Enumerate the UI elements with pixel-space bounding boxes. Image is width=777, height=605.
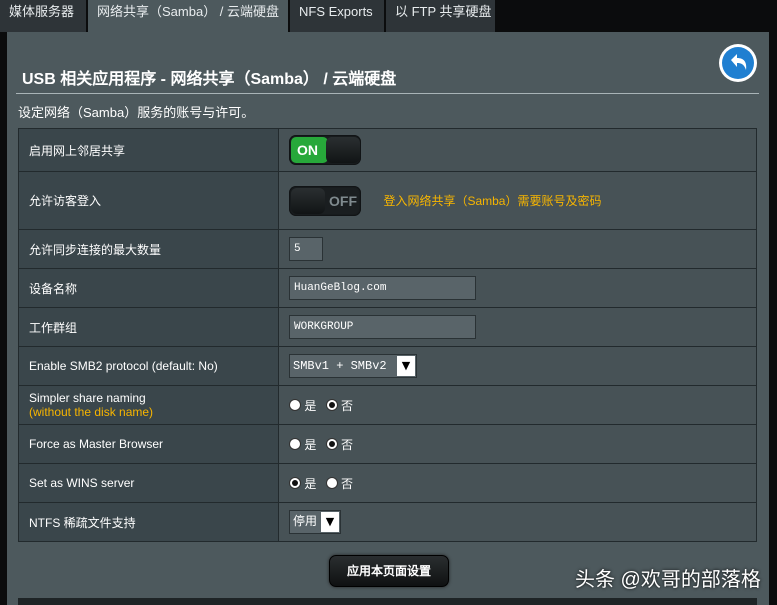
row-device-name: 设备名称 HuanGeBlog.com: [18, 268, 757, 308]
title-divider: [16, 93, 759, 94]
radio-label-no: 否: [341, 476, 354, 491]
simpler-share-yes-radio[interactable]: [289, 398, 301, 411]
radio-label-yes: 是: [304, 476, 317, 491]
max-connections-label: 允许同步连接的最大数量: [18, 229, 279, 269]
back-arrow-icon[interactable]: [718, 43, 758, 83]
settings-table: 启用网上邻居共享 ON 允许访客登入 OFF 登入网络共享（Samba）需要账号…: [18, 128, 757, 542]
wins-server-yes-radio[interactable]: [289, 476, 301, 489]
max-connections-input[interactable]: 5: [289, 237, 323, 261]
radio-label-no: 否: [341, 398, 354, 413]
ntfs-sparse-select[interactable]: 停用 ▼: [289, 510, 341, 534]
row-ntfs-sparse: NTFS 稀疏文件支持 停用 ▼: [18, 502, 757, 542]
tab-nfs-exports[interactable]: NFS Exports: [290, 0, 385, 32]
toggle-off-text: OFF: [329, 192, 357, 209]
wins-server-label: Set as WINS server: [18, 463, 279, 503]
wins-server-no-radio[interactable]: [325, 476, 338, 489]
neighbor-share-toggle[interactable]: ON: [289, 135, 361, 165]
master-browser-yes-radio[interactable]: [289, 437, 301, 450]
tab-bar: 媒体服务器 网络共享（Samba） / 云端硬盘 NFS Exports 以 F…: [0, 0, 777, 33]
row-master-browser: Force as Master Browser 是 否: [18, 424, 757, 464]
chevron-down-icon[interactable]: ▼: [397, 356, 415, 376]
ntfs-sparse-select-value: 停用: [293, 515, 318, 529]
ntfs-sparse-label: NTFS 稀疏文件支持: [18, 502, 279, 542]
radio-label-yes: 是: [304, 398, 317, 413]
row-workgroup: 工作群组 WORKGROUP: [18, 307, 757, 347]
chevron-down-icon[interactable]: ▼: [321, 512, 339, 532]
guest-login-hint: 登入网络共享（Samba）需要账号及密码: [383, 194, 602, 208]
guest-login-toggle[interactable]: OFF: [289, 185, 361, 216]
tab-media-server[interactable]: 媒体服务器: [0, 0, 87, 32]
toggle-knob: [291, 187, 325, 214]
simpler-share-label: Simpler share naming (without the disk n…: [18, 385, 279, 425]
page-title: USB 相关应用程序 - 网络共享（Samba） / 云端硬盘: [22, 71, 397, 88]
page-description: 设定网络（Samba）服务的账号与许可。: [18, 105, 255, 120]
device-name-input[interactable]: HuanGeBlog.com: [289, 276, 476, 300]
toggle-on-text: ON: [291, 137, 328, 163]
simpler-share-sublabel: (without the disk name): [29, 405, 154, 419]
row-guest-login: 允许访客登入 OFF 登入网络共享（Samba）需要账号及密码: [18, 171, 757, 230]
guest-login-label: 允许访客登入: [18, 171, 279, 230]
master-browser-label: Force as Master Browser: [18, 424, 279, 464]
radio-label-yes: 是: [304, 437, 317, 452]
row-neighbor-share: 启用网上邻居共享 ON: [18, 128, 757, 172]
toggle-knob: [326, 137, 360, 163]
simpler-share-no-radio[interactable]: [325, 398, 338, 411]
workgroup-input[interactable]: WORKGROUP: [289, 315, 476, 339]
tab-ftp[interactable]: 以 FTP 共享硬盘: [386, 0, 496, 32]
row-simpler-share: Simpler share naming (without the disk n…: [18, 385, 757, 425]
smb2-select-value: SMBv1 + SMBv2: [293, 359, 387, 373]
bottom-bar: [18, 598, 757, 605]
row-max-connections: 允许同步连接的最大数量 5: [18, 229, 757, 269]
smb2-label: Enable SMB2 protocol (default: No): [18, 346, 279, 386]
apply-button[interactable]: 应用本页面设置: [329, 555, 449, 587]
device-name-label: 设备名称: [18, 268, 279, 308]
main-panel: USB 相关应用程序 - 网络共享（Samba） / 云端硬盘 设定网络（Sam…: [7, 32, 769, 605]
workgroup-label: 工作群组: [18, 307, 279, 347]
tab-samba[interactable]: 网络共享（Samba） / 云端硬盘: [88, 0, 289, 33]
simpler-share-title: Simpler share naming: [29, 391, 146, 405]
neighbor-share-label: 启用网上邻居共享: [18, 128, 279, 172]
row-wins-server: Set as WINS server 是 否: [18, 463, 757, 503]
smb2-select[interactable]: SMBv1 + SMBv2 ▼: [289, 354, 417, 378]
watermark: 头条 @欢哥的部落格: [575, 569, 761, 591]
master-browser-no-radio[interactable]: [325, 437, 338, 450]
row-smb2: Enable SMB2 protocol (default: No) SMBv1…: [18, 346, 757, 386]
radio-label-no: 否: [341, 437, 354, 452]
